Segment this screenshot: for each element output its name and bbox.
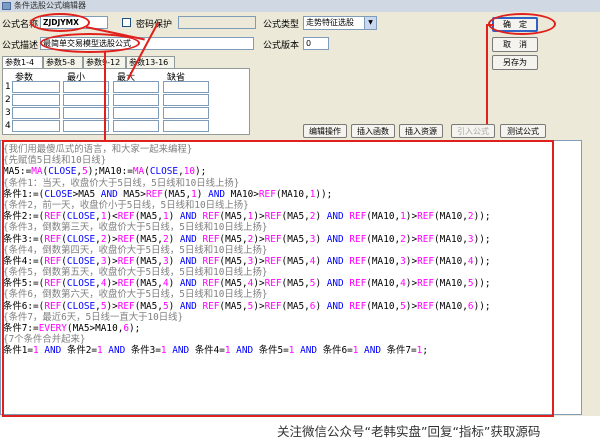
app-icon	[2, 2, 11, 10]
annotation-line-desc	[104, 52, 106, 142]
insert-resource-button[interactable]: 插入资源	[399, 124, 443, 138]
param-row-number: 1	[5, 82, 11, 92]
param-max-cell[interactable]	[113, 81, 159, 93]
param-row-number: 4	[5, 121, 11, 131]
tab-params-5-8[interactable]: 参数5-8	[43, 56, 83, 68]
param-min-cell[interactable]	[63, 120, 109, 132]
cancel-button[interactable]: 取 消	[492, 37, 538, 52]
formula-version-label: 公式版本	[263, 41, 300, 51]
formula-desc-label: 公式描述	[2, 41, 39, 51]
param-name-cell[interactable]	[12, 94, 60, 106]
param-name-cell[interactable]	[12, 120, 60, 132]
formula-type-label: 公式类型	[263, 20, 300, 30]
annotation-box-code	[2, 140, 554, 417]
param-min-cell[interactable]	[63, 94, 109, 106]
param-row-number: 2	[5, 95, 11, 105]
param-default-cell[interactable]	[163, 94, 209, 106]
param-max-cell[interactable]	[113, 120, 159, 132]
param-row-number: 3	[5, 108, 11, 118]
param-max-cell[interactable]	[113, 107, 159, 119]
footer-caption: 关注微信公众号“老韩实盘”回复“指标”获取源码	[277, 424, 541, 439]
save-as-button[interactable]: 另存为	[492, 55, 538, 70]
password-input[interactable]	[178, 16, 256, 29]
param-default-cell[interactable]	[163, 81, 209, 93]
window-title: 条件选股公式编辑器	[14, 1, 86, 10]
param-min-cell[interactable]	[63, 107, 109, 119]
param-name-cell[interactable]	[12, 81, 60, 93]
param-default-cell[interactable]	[163, 120, 209, 132]
formula-type-select[interactable]: 走势特征选股 ▼	[303, 16, 377, 30]
password-checkbox[interactable]	[122, 18, 131, 27]
annotation-oval-ok	[488, 13, 556, 35]
test-formula-button[interactable]: 测试公式	[500, 124, 546, 138]
param-max-cell[interactable]	[113, 94, 159, 106]
import-formula-button[interactable]: 引入公式	[451, 124, 495, 138]
param-default-cell[interactable]	[163, 107, 209, 119]
chevron-down-icon[interactable]: ▼	[364, 17, 376, 29]
annotation-line-ok	[486, 24, 488, 124]
formula-version-input[interactable]: 0	[303, 37, 329, 50]
param-min-cell[interactable]	[63, 81, 109, 93]
annotation-oval-name	[30, 13, 90, 32]
param-name-cell[interactable]	[12, 107, 60, 119]
insert-function-button[interactable]: 插入函数	[351, 124, 395, 138]
edit-ops-button[interactable]: 编辑操作	[303, 124, 347, 138]
formula-type-value: 走势特征选股	[306, 18, 354, 27]
title-bar: 条件选股公式编辑器	[0, 0, 600, 12]
